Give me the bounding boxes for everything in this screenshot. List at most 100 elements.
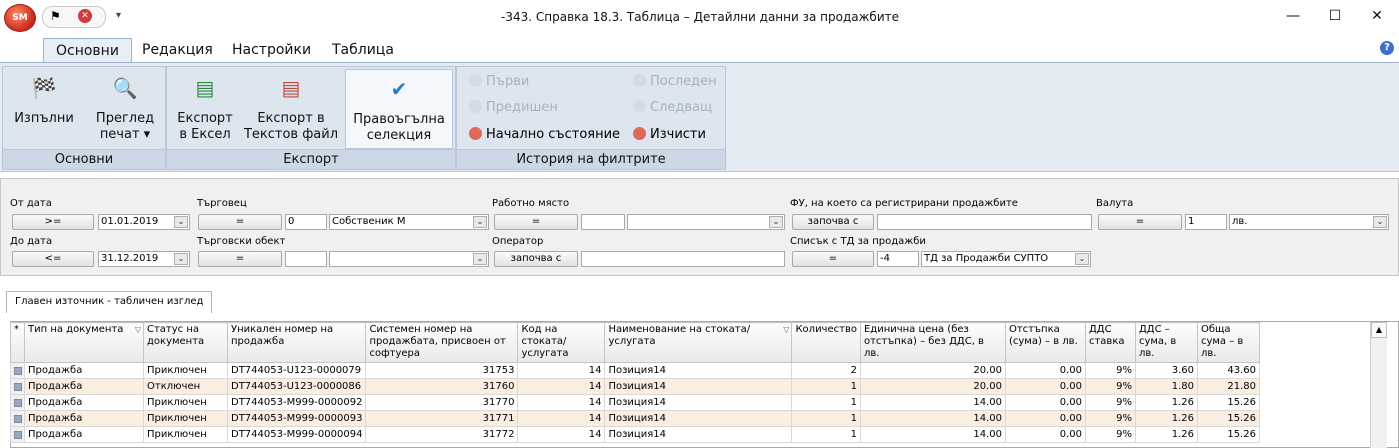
table-cell[interactable]: Приключен bbox=[143, 426, 228, 443]
table-cell[interactable]: 0.00 bbox=[1004, 394, 1086, 411]
table-cell[interactable]: 1.26 bbox=[1134, 410, 1198, 427]
row-selector[interactable] bbox=[10, 378, 25, 395]
table-cell[interactable]: DT744053-M999-0000093 bbox=[226, 410, 367, 427]
table-cell[interactable]: DT744053-U123-0000079 bbox=[226, 362, 367, 379]
rect-selection-button[interactable]: ✔ Правоъгълна селекция bbox=[345, 69, 453, 149]
from-date-operator[interactable]: >= bbox=[12, 214, 94, 230]
table-cell[interactable]: 31760 bbox=[365, 378, 519, 395]
table-cell[interactable]: 31772 bbox=[365, 426, 519, 443]
table-cell[interactable]: 1.80 bbox=[1134, 378, 1198, 395]
minimize-button[interactable]: — bbox=[1270, 0, 1316, 32]
chevron-down-icon[interactable]: ⌄ bbox=[1373, 216, 1387, 228]
table-cell[interactable]: 20.00 bbox=[859, 378, 1006, 395]
table-cell[interactable]: 14 bbox=[517, 378, 606, 395]
table-cell[interactable]: 9% bbox=[1084, 426, 1136, 443]
maximize-button[interactable]: ☐ bbox=[1312, 0, 1358, 32]
filter-icon[interactable]: ▽ bbox=[783, 324, 789, 336]
table-cell[interactable]: 14 bbox=[517, 426, 606, 443]
table-cell[interactable]: Позиция14 bbox=[604, 426, 793, 443]
export-excel-button[interactable]: ▤ Експорт в Ексел bbox=[173, 75, 237, 143]
tab-table[interactable]: Таблица bbox=[320, 38, 406, 63]
table-cell[interactable]: 1 bbox=[791, 378, 861, 395]
row-selector[interactable] bbox=[10, 394, 25, 411]
table-cell[interactable]: Позиция14 bbox=[604, 362, 793, 379]
currency-code-input[interactable]: 1 bbox=[1185, 214, 1227, 230]
table-cell[interactable]: 14 bbox=[517, 362, 606, 379]
table-cell[interactable]: Продажба bbox=[24, 394, 144, 411]
table-cell[interactable]: 1 bbox=[791, 410, 861, 427]
td-list-select[interactable]: ТД за Продажби СУПТО ⌄ bbox=[921, 251, 1091, 267]
workplace-select[interactable]: ⌄ bbox=[627, 214, 785, 230]
tab-main[interactable]: Основни bbox=[43, 38, 132, 63]
table-row[interactable]: Продажба Приключен DT744053-U123-0000079… bbox=[10, 362, 1260, 379]
dealer-operator[interactable]: = bbox=[198, 214, 282, 230]
table-cell[interactable]: 1.26 bbox=[1134, 426, 1198, 443]
from-date-input[interactable]: 01.01.2019 ⌄ bbox=[98, 214, 190, 230]
table-row[interactable]: Продажба Приключен DT744053-M999-0000094… bbox=[10, 426, 1260, 443]
table-cell[interactable]: 1.26 bbox=[1134, 394, 1198, 411]
help-icon[interactable]: ? bbox=[1380, 41, 1394, 55]
row-selector[interactable] bbox=[10, 426, 25, 443]
table-cell[interactable]: 14 bbox=[517, 394, 606, 411]
scroll-up-icon[interactable]: ▲ bbox=[1371, 322, 1387, 338]
table-cell[interactable]: 43.60 bbox=[1196, 362, 1260, 379]
table-cell[interactable]: 2 bbox=[791, 362, 861, 379]
table-cell[interactable]: DT744053-M999-0000092 bbox=[226, 394, 367, 411]
fu-input[interactable] bbox=[877, 214, 1092, 230]
history-first-button[interactable]: Първи bbox=[469, 73, 529, 91]
column-header[interactable]: Единична цена (без отстъпка) – без ДДС, … bbox=[859, 322, 1006, 363]
export-text-button[interactable]: ▤ Експорт в Текстов файл bbox=[243, 75, 339, 143]
history-clear-button[interactable]: Изчисти bbox=[633, 126, 706, 144]
chevron-down-icon[interactable]: ⌄ bbox=[473, 216, 487, 228]
column-header[interactable]: ДДС ставка bbox=[1084, 322, 1136, 363]
column-header[interactable]: Обща сума – в лв. bbox=[1196, 322, 1260, 363]
table-row[interactable]: Продажба Отключен DT744053-U123-0000086 … bbox=[10, 378, 1260, 395]
to-date-operator[interactable]: <= bbox=[12, 251, 94, 267]
dealer-code-input[interactable]: 0 bbox=[285, 214, 327, 230]
table-cell[interactable]: 9% bbox=[1084, 378, 1136, 395]
history-initial-state-button[interactable]: Начално състояние bbox=[469, 126, 620, 144]
column-header[interactable]: Статус на документа bbox=[143, 322, 228, 363]
table-cell[interactable]: Отключен bbox=[143, 378, 228, 395]
dealer-object-select[interactable]: ⌄ bbox=[329, 251, 489, 267]
row-selector[interactable] bbox=[10, 410, 25, 427]
td-list-operator[interactable]: = bbox=[792, 251, 874, 267]
dealer-name-select[interactable]: Собственик М ⌄ bbox=[329, 214, 489, 230]
chevron-down-icon[interactable]: ⌄ bbox=[769, 216, 783, 228]
history-previous-button[interactable]: Предишен bbox=[469, 99, 558, 117]
tab-settings[interactable]: Настройки bbox=[220, 38, 323, 63]
print-preview-button[interactable]: 🔍 Преглед печат ▾ bbox=[87, 75, 163, 143]
table-cell[interactable]: 0.00 bbox=[1004, 362, 1086, 379]
table-cell[interactable]: 15.26 bbox=[1196, 394, 1260, 411]
table-cell[interactable]: Продажба bbox=[24, 410, 144, 427]
table-cell[interactable]: 31771 bbox=[365, 410, 519, 427]
column-header[interactable]: Тип на документа ▽ bbox=[24, 322, 144, 363]
app-menu-button[interactable]: SM bbox=[4, 4, 36, 32]
currency-select[interactable]: лв. ⌄ bbox=[1229, 214, 1389, 230]
td-list-code-input[interactable]: -4 bbox=[877, 251, 919, 267]
table-cell[interactable]: 9% bbox=[1084, 394, 1136, 411]
table-cell[interactable]: Приключен bbox=[143, 362, 228, 379]
table-cell[interactable]: Позиция14 bbox=[604, 410, 793, 427]
table-cell[interactable]: Продажба bbox=[24, 426, 144, 443]
table-cell[interactable]: 0.00 bbox=[1004, 378, 1086, 395]
row-selector[interactable] bbox=[10, 362, 25, 379]
table-cell[interactable]: 31753 bbox=[365, 362, 519, 379]
operator-input[interactable] bbox=[581, 251, 785, 267]
table-cell[interactable]: DT744053-M999-0000094 bbox=[226, 426, 367, 443]
filter-icon[interactable]: ▽ bbox=[135, 324, 141, 336]
table-cell[interactable]: 0.00 bbox=[1004, 426, 1086, 443]
table-cell[interactable]: Приключен bbox=[143, 410, 228, 427]
column-header[interactable]: Наименование на стоката/услугата ▽ bbox=[604, 322, 793, 363]
qat-customize-icon[interactable]: ▾ bbox=[116, 10, 121, 21]
column-header[interactable]: Код на стоката/услугата bbox=[517, 322, 606, 363]
currency-operator[interactable]: = bbox=[1098, 214, 1182, 230]
table-cell[interactable]: 20.00 bbox=[859, 362, 1006, 379]
table-row[interactable]: Продажба Приключен DT744053-M999-0000093… bbox=[10, 410, 1260, 427]
table-cell[interactable]: 21.80 bbox=[1196, 378, 1260, 395]
table-cell[interactable]: Приключен bbox=[143, 394, 228, 411]
table-cell[interactable]: 14.00 bbox=[859, 426, 1006, 443]
table-cell[interactable]: Продажба bbox=[24, 378, 144, 395]
table-cell[interactable]: 14.00 bbox=[859, 394, 1006, 411]
column-header[interactable]: Системен номер на продажбата, присвоен о… bbox=[365, 322, 519, 363]
